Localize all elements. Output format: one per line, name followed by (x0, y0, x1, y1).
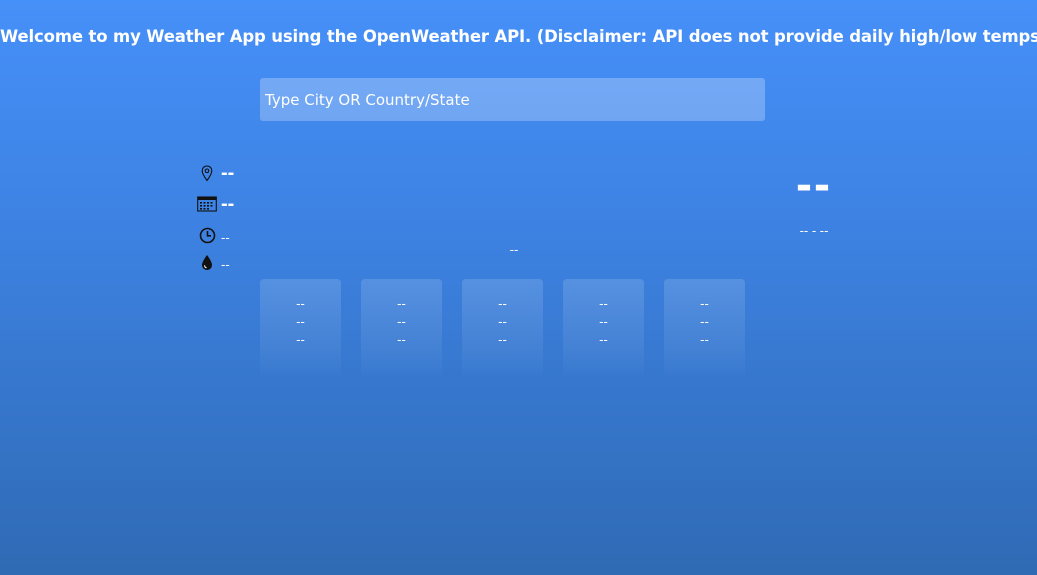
forecast-list: -- -- -- -- -- -- -- -- -- -- -- -- -- -… (260, 279, 745, 379)
forecast-temp: -- (397, 314, 406, 329)
time-value: -- (221, 230, 230, 245)
forecast-condition: -- (397, 332, 406, 347)
page-title: Welcome to my Weather App using the Open… (0, 27, 1037, 46)
high-low-temperature: -- - -- (799, 223, 829, 238)
forecast-card: -- -- -- (361, 279, 442, 379)
forecast-day: -- (599, 296, 608, 311)
humidity-row: -- (196, 252, 230, 272)
forecast-day: -- (700, 296, 709, 311)
date-value: -- (221, 193, 235, 215)
forecast-card: -- -- -- (260, 279, 341, 379)
forecast-day: -- (498, 296, 507, 311)
forecast-condition: -- (599, 332, 608, 347)
water-drop-icon (196, 252, 218, 272)
location-value: -- (221, 162, 235, 184)
location-row: -- (196, 163, 234, 183)
date-row: -- (196, 194, 234, 214)
humidity-value: -- (221, 257, 230, 272)
forecast-day: -- (397, 296, 406, 311)
map-pin-icon (196, 163, 218, 183)
forecast-temp: -- (599, 314, 608, 329)
calendar-icon (196, 194, 218, 214)
forecast-card: -- -- -- (664, 279, 745, 379)
weather-condition: -- (509, 242, 519, 257)
search-input[interactable] (260, 78, 765, 121)
forecast-condition: -- (498, 332, 507, 347)
forecast-temp: -- (296, 314, 305, 329)
forecast-condition: -- (700, 332, 709, 347)
time-row: -- (196, 225, 230, 245)
forecast-condition: -- (296, 332, 305, 347)
forecast-temp: -- (700, 314, 709, 329)
forecast-card: -- -- -- (462, 279, 543, 379)
forecast-temp: -- (498, 314, 507, 329)
clock-icon (196, 225, 218, 245)
forecast-day: -- (296, 296, 305, 311)
forecast-card: -- -- -- (563, 279, 644, 379)
current-temperature: -- (796, 158, 832, 211)
